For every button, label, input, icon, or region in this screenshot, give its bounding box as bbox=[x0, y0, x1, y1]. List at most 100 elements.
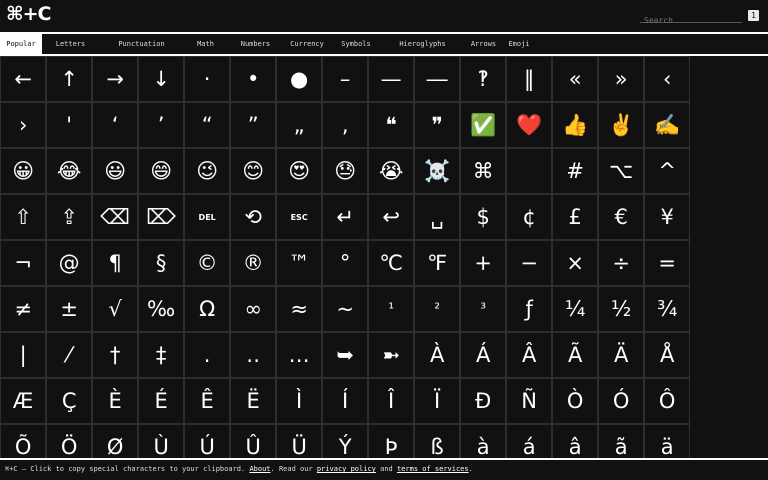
char-cell[interactable]: Ω bbox=[184, 286, 231, 332]
char-cell[interactable]: ❞ bbox=[414, 102, 461, 148]
char-cell[interactable]: Á bbox=[460, 332, 507, 378]
about-link[interactable]: About bbox=[249, 465, 270, 473]
char-cell[interactable]: √ bbox=[92, 286, 139, 332]
char-cell[interactable]: ⌥ bbox=[598, 148, 645, 194]
char-cell[interactable]: ☠️ bbox=[414, 148, 461, 194]
terms-of-service-link[interactable]: terms of services bbox=[397, 465, 469, 473]
char-cell[interactable]: # bbox=[552, 148, 599, 194]
char-cell[interactable]: ¾ bbox=[644, 286, 691, 332]
char-cell[interactable]: ❤️ bbox=[506, 102, 553, 148]
char-cell[interactable]: Ð bbox=[460, 378, 507, 424]
char-cell[interactable]: Ã bbox=[552, 332, 599, 378]
char-cell[interactable]: • bbox=[230, 56, 277, 102]
char-cell[interactable]: Ò bbox=[552, 378, 599, 424]
char-cell[interactable]: ≈ bbox=[276, 286, 323, 332]
char-cell[interactable]: Í bbox=[322, 378, 369, 424]
char-cell[interactable]: → bbox=[92, 56, 139, 102]
char-cell[interactable]: @ bbox=[46, 240, 93, 286]
char-cell[interactable]: + bbox=[460, 240, 507, 286]
char-cell[interactable]: › bbox=[0, 102, 47, 148]
tab-punctuation[interactable]: Punctuation bbox=[99, 34, 184, 54]
char-cell[interactable]: ℉ bbox=[414, 240, 461, 286]
char-cell[interactable]: ‰ bbox=[138, 286, 185, 332]
char-cell[interactable]: . bbox=[184, 332, 231, 378]
char-cell[interactable]: ↓ bbox=[138, 56, 185, 102]
char-cell[interactable]: £ bbox=[552, 194, 599, 240]
char-cell[interactable]: | bbox=[0, 332, 47, 378]
char-cell[interactable]: ² bbox=[414, 286, 461, 332]
char-cell[interactable]: ‽ bbox=[460, 56, 507, 102]
char-cell[interactable]: ∞ bbox=[230, 286, 277, 332]
tab-hieroglyphs[interactable]: Hieroglyphs bbox=[382, 34, 463, 54]
char-cell[interactable]: ➥ bbox=[322, 332, 369, 378]
char-cell[interactable]: 😂 bbox=[46, 148, 93, 194]
char-cell[interactable]: ❝ bbox=[368, 102, 415, 148]
char-cell[interactable]: ⌫ bbox=[92, 194, 139, 240]
char-cell[interactable]: ƒ bbox=[506, 286, 553, 332]
site-logo[interactable]: ⌘+C bbox=[6, 3, 51, 25]
char-cell[interactable]: ‚ bbox=[322, 102, 369, 148]
char-cell[interactable]: Ô bbox=[644, 378, 691, 424]
char-cell[interactable]: ¥ bbox=[644, 194, 691, 240]
char-cell[interactable]: ↑ bbox=[46, 56, 93, 102]
char-cell[interactable]: ³ bbox=[460, 286, 507, 332]
privacy-policy-link[interactable]: privacy policy bbox=[317, 465, 376, 473]
char-cell[interactable]: ⁄ bbox=[46, 332, 93, 378]
char-cell[interactable]: ¶ bbox=[92, 240, 139, 286]
char-cell[interactable]: DEL bbox=[184, 194, 231, 240]
char-cell[interactable]: ≠ bbox=[0, 286, 47, 332]
tab-currency[interactable]: Currency bbox=[284, 34, 330, 54]
char-cell[interactable]: 😭 bbox=[368, 148, 415, 194]
char-cell[interactable]: 😀 bbox=[0, 148, 47, 194]
char-cell[interactable]: … bbox=[276, 332, 323, 378]
char-cell[interactable]: ‘ bbox=[92, 102, 139, 148]
char-cell[interactable]: ¬ bbox=[0, 240, 47, 286]
char-cell[interactable]: – bbox=[322, 56, 369, 102]
char-cell[interactable]: ⇧ bbox=[0, 194, 47, 240]
char-cell[interactable]: ¹ bbox=[368, 286, 415, 332]
char-cell[interactable]: Ï bbox=[414, 378, 461, 424]
char-cell[interactable]: ½ bbox=[598, 286, 645, 332]
char-cell[interactable]: Ë bbox=[230, 378, 277, 424]
char-cell[interactable]: € bbox=[598, 194, 645, 240]
char-cell[interactable]: 😉 bbox=[184, 148, 231, 194]
char-cell[interactable]: Ç bbox=[46, 378, 93, 424]
tab-arrows[interactable]: Arrows bbox=[463, 34, 504, 54]
char-cell[interactable]: ‹ bbox=[644, 56, 691, 102]
char-cell[interactable]: ← bbox=[0, 56, 47, 102]
char-cell[interactable]: ¢ bbox=[506, 194, 553, 240]
char-cell[interactable]: » bbox=[598, 56, 645, 102]
char-cell[interactable]: ESC bbox=[276, 194, 323, 240]
char-cell[interactable]: ✅ bbox=[460, 102, 507, 148]
char-cell[interactable]: Ê bbox=[184, 378, 231, 424]
char-cell[interactable]: Ì bbox=[276, 378, 323, 424]
char-cell[interactable]: ✍️ bbox=[644, 102, 691, 148]
char-cell[interactable]: ⟲ bbox=[230, 194, 277, 240]
char-cell[interactable]: 😄 bbox=[138, 148, 185, 194]
char-cell[interactable]: ➼ bbox=[368, 332, 415, 378]
tab-numbers[interactable]: Numbers bbox=[227, 34, 284, 54]
tab-symbols[interactable]: Symbols bbox=[330, 34, 382, 54]
char-cell[interactable] bbox=[506, 148, 553, 194]
char-cell[interactable]: ^ bbox=[644, 148, 691, 194]
char-cell[interactable]: ¼ bbox=[552, 286, 599, 332]
char-cell[interactable]: 😊 bbox=[230, 148, 277, 194]
char-cell[interactable]: Æ bbox=[0, 378, 47, 424]
search-input[interactable] bbox=[640, 13, 742, 28]
char-cell[interactable]: É bbox=[138, 378, 185, 424]
char-cell[interactable]: 😍 bbox=[276, 148, 323, 194]
char-cell[interactable]: — bbox=[368, 56, 415, 102]
char-cell[interactable]: ± bbox=[46, 286, 93, 332]
char-cell[interactable]: ° bbox=[322, 240, 369, 286]
char-cell[interactable]: ↩ bbox=[368, 194, 415, 240]
char-cell[interactable]: Ñ bbox=[506, 378, 553, 424]
char-cell[interactable]: † bbox=[92, 332, 139, 378]
char-cell[interactable]: À bbox=[414, 332, 461, 378]
char-cell[interactable]: 😓 bbox=[322, 148, 369, 194]
char-cell[interactable]: “ bbox=[184, 102, 231, 148]
char-cell[interactable]: ↵ bbox=[322, 194, 369, 240]
char-cell[interactable]: ' bbox=[46, 102, 93, 148]
char-cell[interactable]: ⌦ bbox=[138, 194, 185, 240]
char-cell[interactable]: Î bbox=[368, 378, 415, 424]
char-cell[interactable]: ~ bbox=[322, 286, 369, 332]
